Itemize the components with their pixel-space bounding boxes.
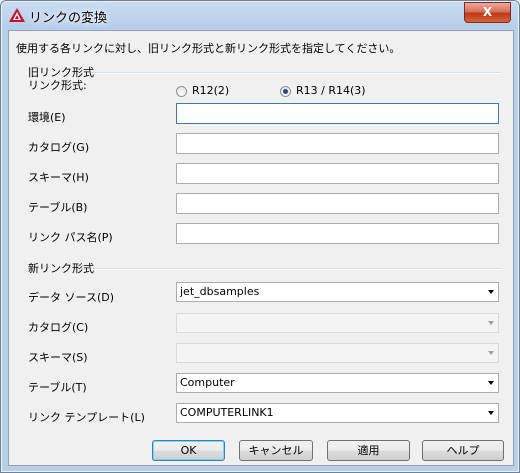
radio-r13-r14-label[interactable]: R13 / R14(3)	[296, 84, 366, 97]
new-schema-label: スキーマ(S)	[28, 351, 88, 364]
environment-label: 環境(E)	[28, 111, 66, 124]
chevron-down-icon	[488, 411, 494, 415]
chevron-down-icon	[488, 290, 494, 294]
dialog-window: リンクの変換 X 使用する各リンクに対し、旧リンク形式と新リンク形式を指定してく…	[0, 0, 520, 473]
old-schema-input[interactable]	[176, 163, 499, 184]
new-catalog-dropdown	[176, 313, 499, 333]
apply-button[interactable]: 適用	[327, 440, 410, 461]
close-button[interactable]: X	[464, 2, 511, 23]
link-path-input[interactable]	[176, 223, 499, 244]
help-button[interactable]: ヘルプ	[422, 440, 504, 461]
new-link-group-label: 新リンク形式	[28, 262, 94, 275]
new-table-label: テーブル(T)	[28, 381, 87, 394]
dialog-body: 使用する各リンクに対し、旧リンク形式と新リンク形式を指定してください。 旧リンク…	[8, 30, 514, 466]
radio-r12[interactable]	[176, 86, 187, 97]
old-table-label: テーブル(B)	[28, 201, 88, 214]
old-catalog-input[interactable]	[176, 133, 499, 154]
old-catalog-label: カタログ(G)	[28, 141, 90, 154]
link-path-label: リンク パス名(P)	[28, 231, 113, 244]
old-link-separator	[91, 72, 501, 74]
datasource-label: データ ソース(D)	[28, 291, 114, 304]
new-table-value: Computer	[180, 376, 235, 389]
link-format-label: リンク形式:	[28, 79, 87, 92]
old-table-input[interactable]	[176, 193, 499, 214]
datasource-value: jet_dbsamples	[180, 285, 260, 298]
new-table-dropdown[interactable]: Computer	[176, 373, 499, 393]
ok-button[interactable]: OK	[152, 440, 225, 461]
new-catalog-label: カタログ(C)	[28, 321, 89, 334]
chevron-down-icon	[488, 351, 494, 355]
autocad-app-icon	[9, 8, 25, 22]
new-link-separator	[91, 268, 501, 270]
link-template-label: リンク テンプレート(L)	[28, 411, 145, 424]
link-template-value: COMPUTERLINK1	[180, 406, 274, 419]
chevron-down-icon	[488, 321, 494, 325]
close-icon: X	[482, 5, 493, 19]
old-schema-label: スキーマ(H)	[28, 171, 89, 184]
new-schema-dropdown	[176, 343, 499, 363]
link-template-dropdown[interactable]: COMPUTERLINK1	[176, 403, 499, 423]
window-title: リンクの変換	[29, 11, 108, 26]
datasource-dropdown[interactable]: jet_dbsamples	[176, 282, 499, 302]
instruction-text: 使用する各リンクに対し、旧リンク形式と新リンク形式を指定してください。	[16, 42, 401, 55]
radio-r12-label[interactable]: R12(2)	[192, 84, 229, 97]
radio-r13-r14[interactable]	[280, 86, 291, 97]
title-bar[interactable]: リンクの変換 X	[1, 1, 519, 29]
chevron-down-icon	[488, 381, 494, 385]
environment-input[interactable]	[176, 103, 499, 124]
cancel-button[interactable]: キャンセル	[239, 440, 313, 461]
